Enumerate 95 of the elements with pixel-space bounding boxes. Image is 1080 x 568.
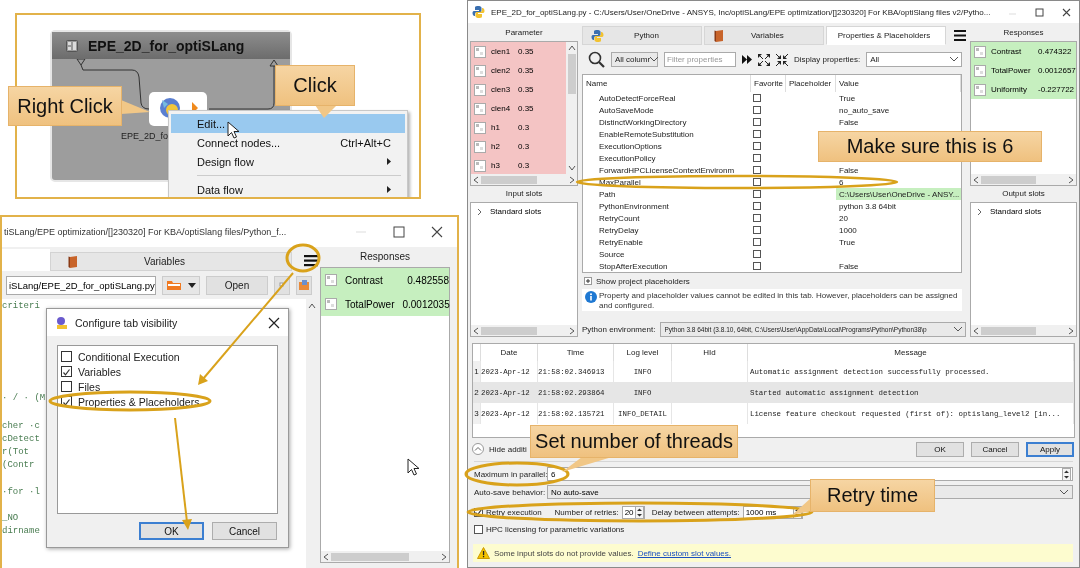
table-cell-text: True — [838, 92, 857, 104]
parameter-name: clen2 — [491, 66, 512, 75]
callout-label: Retry time — [810, 479, 935, 512]
table-cell-text: ExecutionPolicy — [598, 152, 657, 164]
callout-label: Click — [275, 65, 355, 106]
code-line: cDetect — [2, 432, 40, 446]
panel-header: Responses — [359, 251, 411, 264]
table-cell-text: EnableRemoteSubstitution — [598, 128, 695, 140]
checkbox-label: Files — [78, 380, 101, 393]
column-header: Value — [836, 75, 961, 92]
table-cell-text: False — [838, 164, 860, 176]
table-cell-text: 20 — [838, 212, 849, 224]
table-cell-text: True — [838, 236, 857, 248]
checkbox-label: Conditional Execution — [78, 350, 180, 363]
field-label: Python environment: — [582, 324, 656, 334]
display-label: Display properties: — [794, 55, 861, 64]
table-cell-text: RetryCount — [598, 212, 641, 224]
field-label: Number of retries: — [554, 507, 619, 517]
table-cell-text: python 3.8 64bit — [838, 200, 897, 212]
table-cell-text: ForwardHPCLicenseContextEnvironm — [598, 164, 736, 176]
column-header: Favorite — [751, 75, 786, 92]
response-value: 0.474322 — [1038, 47, 1072, 56]
response-name: TotalPower — [345, 298, 395, 310]
window-title: tiSLang/EPE optimization/[]230320] For KBA/optiSlang files/Python_f... — [4, 227, 288, 237]
response-name: Uniformity — [991, 85, 1028, 94]
warning-text: Some input slots do not provide values. — [494, 548, 634, 558]
table-cell-text: MaxParallel — [598, 176, 642, 188]
system-title: EPE_2D_for_optiSLang — [88, 37, 245, 54]
table-cell-text: AutoSaveMode — [598, 104, 655, 116]
parameter-name: h1 — [491, 123, 501, 132]
response-value: 0.0012657 — [1038, 66, 1076, 75]
parameter-name: clen4 — [491, 104, 512, 113]
response-name: TotalPower — [991, 66, 1032, 75]
parameter-name: clen1 — [491, 47, 512, 56]
panel-header: Responses — [1002, 27, 1045, 39]
code-line: r(Tot — [2, 446, 29, 460]
parameter-value: 0.3 — [518, 161, 530, 170]
callout-label: Make sure this is 6 — [818, 131, 1042, 162]
code-line: ·for ·l — [2, 485, 40, 499]
node-label: EPE_2D_fo — [121, 131, 169, 141]
table-cell-text: Path — [598, 188, 617, 200]
table-cell-text: RetryEnable — [598, 236, 645, 248]
field-label: Maximum in parallel: — [474, 469, 547, 479]
checkbox-label: Properties & Placeholders — [78, 395, 200, 408]
response-name: Contrast — [345, 274, 384, 286]
shortcut-label: Ctrl+Alt+C — [340, 136, 391, 149]
column-header: Placeholder — [786, 75, 836, 92]
table-cell-text: 1000 — [838, 224, 858, 236]
field-label: Delay between attempts: — [651, 507, 740, 517]
row-number: 1 — [473, 361, 481, 382]
table-cell-text: DistinctWorkingDirectory — [598, 116, 688, 128]
response-value: 0.482558 — [407, 274, 449, 286]
table-cell-text: False — [838, 260, 860, 272]
field-label: Auto-save behavior: — [474, 487, 547, 497]
checkbox-label: Variables — [78, 365, 121, 378]
panel-header: Parameter — [504, 27, 544, 39]
code-line: cher ·c — [2, 419, 40, 433]
callout-label: Right Click — [8, 86, 122, 126]
table-cell-text: PythonEnvironment — [598, 200, 670, 212]
panel-header: Output slots — [1001, 188, 1046, 200]
parameter-name: h2 — [491, 142, 501, 151]
table-cell-text: False — [838, 116, 860, 128]
panel-header: Input slots — [504, 188, 544, 200]
parameter-value: 0.3 — [518, 123, 530, 132]
code-line: (Contr — [2, 459, 35, 473]
checkbox-label: Retry execution — [486, 507, 542, 517]
response-value: 0.0012035 — [402, 298, 450, 310]
parameter-name: h3 — [491, 161, 501, 170]
code-line: dirname — [2, 525, 40, 539]
table-cell-text: ExecutionOptions — [598, 140, 663, 152]
response-name: Contrast — [991, 47, 1023, 56]
code-line: · / · (M — [2, 392, 46, 406]
parameter-value: 0.35 — [518, 47, 534, 56]
table-cell: C:\Users\User\OneDrive - ANSY... — [836, 188, 961, 200]
parameter-name: clen3 — [491, 85, 512, 94]
parameter-value: 0.3 — [518, 142, 530, 151]
code-line: criteri — [2, 300, 40, 313]
table-cell-text: 6 — [838, 176, 845, 188]
parameter-value: 0.35 — [518, 104, 534, 113]
table-cell-text: no_auto_save — [838, 104, 891, 116]
window-title: EPE_2D_for_optiSLang.py - C:/Users/User/OneDrive - ANSYS, Inc/optiSLang/EPE optimization/[]230320] For KBA/optiSlang files v2/Pytho... — [491, 7, 991, 17]
row-number: 3 — [473, 403, 481, 424]
callout-label: Set number of threads — [530, 425, 738, 458]
parameter-value: 0.35 — [518, 66, 534, 75]
column-header: Name — [583, 75, 751, 92]
table-cell-text: Source — [598, 248, 626, 260]
table-cell-text: RetryDelay — [598, 224, 640, 236]
response-value: -0.227722 — [1038, 85, 1075, 94]
parameter-value: 0.35 — [518, 85, 534, 94]
table-cell-text: StopAfterExecution — [598, 260, 669, 272]
code-line: _NO — [2, 512, 19, 526]
checkbox-label: HPC licensing for parametric variations — [486, 524, 625, 534]
info-text: Property and placeholder values cannot be edited in this tab. However, placeholders can be assigned and configured. — [599, 291, 959, 311]
dialog-title: Configure tab visibility — [75, 316, 179, 329]
table-cell-text: AutoDetectForceReal — [598, 92, 677, 104]
